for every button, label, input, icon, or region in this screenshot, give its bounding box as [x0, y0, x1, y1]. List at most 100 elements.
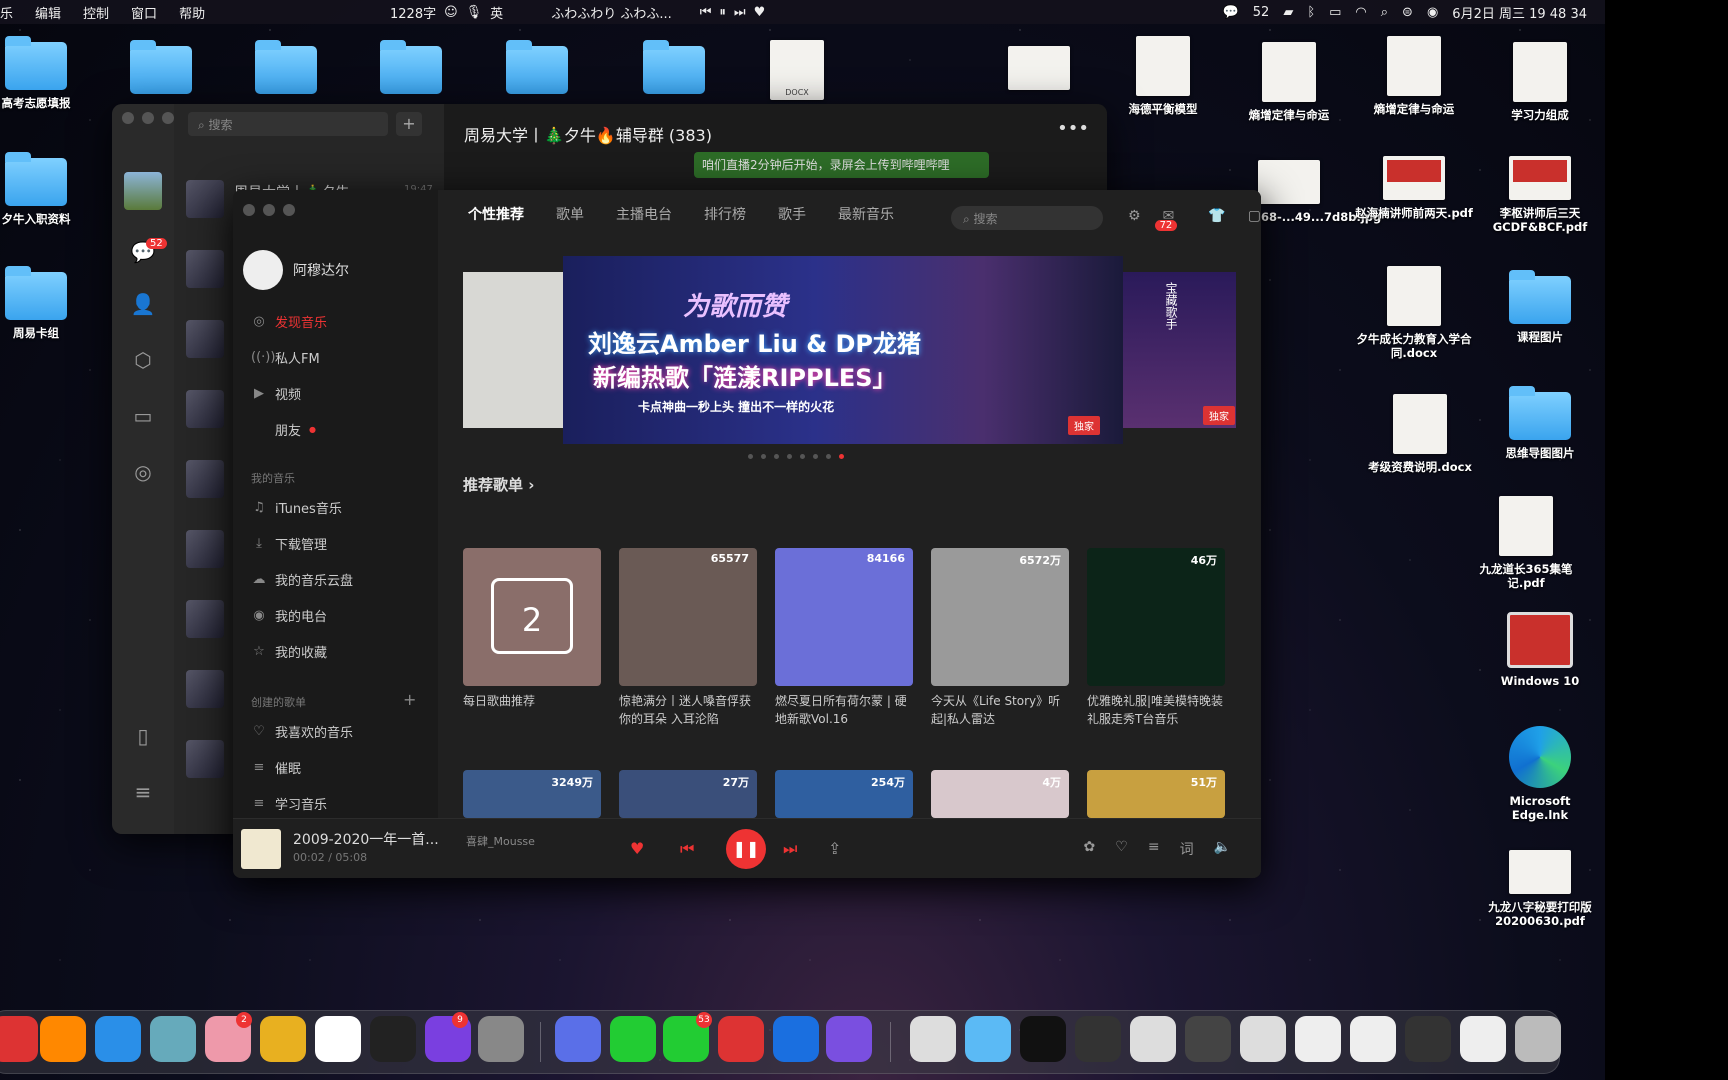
tab-radio[interactable]: 主播电台 [616, 204, 672, 224]
heart-rate-icon[interactable]: ♡ [1115, 839, 1128, 859]
playlist-title[interactable]: 每日歌曲推荐 [463, 692, 601, 710]
tab-recommend[interactable]: 个性推荐 [468, 204, 524, 224]
chat-avatar[interactable] [186, 180, 224, 218]
desktop-file[interactable]: 赵海楠讲师前两天.pdf [1354, 156, 1474, 220]
window-preview-icon[interactable] [1130, 1016, 1176, 1062]
word-count[interactable]: 1228字 [390, 3, 436, 22]
window-preview-icon[interactable] [1295, 1016, 1341, 1062]
mic-icon[interactable]: 🎙 [466, 5, 483, 20]
desktop-folder[interactable]: 思维导图图片 [1480, 386, 1600, 460]
doc-preview-icon[interactable] [910, 1016, 956, 1062]
prev-track-icon[interactable]: ⏮ [700, 5, 712, 20]
desktop-file[interactable]: 夕牛成长力教育入学合同.docx [1354, 266, 1474, 360]
favorites-icon[interactable]: ⬡ [130, 348, 156, 374]
playlist-card[interactable]: 254万 [775, 770, 913, 818]
teams-icon[interactable] [555, 1016, 601, 1062]
playlist-title[interactable]: 优雅晚礼服|唯美模特晚装礼服走秀T台音乐 [1087, 692, 1225, 728]
vivaldi-icon[interactable] [0, 1016, 38, 1062]
close-button[interactable] [122, 112, 134, 124]
trash-icon[interactable] [1515, 1016, 1561, 1062]
sidebar-item-liked[interactable]: ♡ 我喜欢的音乐 [251, 722, 353, 741]
siri-icon[interactable]: ◉ [1427, 5, 1438, 20]
lark-icon[interactable] [773, 1016, 819, 1062]
menu-icon[interactable]: ≡ [130, 780, 156, 806]
window-preview-icon[interactable] [1185, 1016, 1231, 1062]
docx-file-icon[interactable]: DOCX [770, 40, 824, 100]
playlist-cover[interactable]: 65577 [619, 548, 757, 686]
desktop-file[interactable]: 学习力组成 [1480, 42, 1600, 122]
wifi-icon[interactable]: ◠ [1355, 5, 1366, 20]
folder-icon[interactable]: ▰ [1283, 5, 1293, 20]
desktop-file[interactable]: 考级资费说明.docx [1360, 394, 1480, 474]
carousel-dot[interactable] [748, 454, 753, 459]
menu-edit[interactable]: 编辑 [35, 3, 61, 22]
playlist-cover[interactable]: 46万 [1087, 548, 1225, 686]
safari-icon[interactable] [95, 1016, 141, 1062]
user-avatar[interactable] [124, 172, 162, 210]
chat-avatar[interactable] [186, 390, 224, 428]
image-file-icon[interactable] [1008, 46, 1070, 90]
desktop-app[interactable]: Microsoft Edge.lnk [1480, 726, 1600, 822]
sidebar-item-collection[interactable]: ☆ 我的收藏 [251, 642, 327, 661]
sidebar-item-itunes[interactable]: ♫ iTunes音乐 [251, 498, 342, 517]
carousel-dot[interactable] [839, 454, 844, 459]
playlist-cover[interactable]: 254万 [775, 770, 913, 818]
next-track-icon[interactable]: ⏭ [734, 5, 746, 20]
volume-icon[interactable]: 🔈 [1214, 839, 1231, 859]
wechat-search-input[interactable]: ⌕ 搜索 [188, 112, 388, 136]
chat-avatar[interactable] [186, 670, 224, 708]
sidebar-item-podcast[interactable]: ◉ 我的电台 [251, 606, 327, 625]
bluetooth-icon[interactable]: ᛒ [1307, 5, 1315, 20]
menu-help[interactable]: 帮助 [179, 3, 205, 22]
playlist-card[interactable]: 51万 [1087, 770, 1225, 818]
window-preview-icon[interactable] [1075, 1016, 1121, 1062]
sidebar-item-discover[interactable]: ◎ 发现音乐 [251, 312, 327, 331]
carousel-dot[interactable] [787, 454, 792, 459]
playlist-queue-icon[interactable]: ≡ [1148, 839, 1160, 859]
close-button[interactable] [243, 204, 255, 216]
playlist-title[interactable]: 惊艳满分丨迷人嗓音俘获你的耳朵 入耳沦陷 [619, 692, 757, 728]
video-editor-icon[interactable] [826, 1016, 872, 1062]
playlist-cover[interactable]: 84166 [775, 548, 913, 686]
share-icon[interactable]: ⇪ [828, 839, 841, 858]
battery-icon[interactable]: ▭ [1329, 5, 1341, 20]
pause-icon[interactable]: ⏸ [719, 5, 726, 20]
ime-indicator[interactable]: 英 [490, 3, 503, 22]
playlist-card[interactable]: 3249万 [463, 770, 601, 818]
chat-avatar[interactable] [186, 250, 224, 288]
chat-avatar[interactable] [186, 460, 224, 498]
desktop-folder[interactable]: 高考志愿填报 [0, 36, 96, 110]
search-icon[interactable]: ⌕ [1381, 5, 1388, 20]
carousel-dot[interactable] [826, 454, 831, 459]
pause-button[interactable]: ❚❚ [726, 829, 766, 869]
desktop-file[interactable]: 熵增定律与命运 [1354, 36, 1474, 116]
player-icon[interactable] [610, 1016, 656, 1062]
tab-playlists[interactable]: 歌单 [556, 204, 584, 224]
menu-window[interactable]: 窗口 [131, 3, 157, 22]
window-preview-icon[interactable] [1460, 1016, 1506, 1062]
prev-track-button[interactable]: ⏮ [680, 839, 694, 859]
playlist-cover[interactable]: 3249万 [463, 770, 601, 818]
playlist-card[interactable]: 65577 惊艳满分丨迷人嗓音俘获你的耳朵 入耳沦陷 [619, 548, 757, 728]
panda-icon[interactable] [315, 1016, 361, 1062]
sidebar-item-friends[interactable]: 朋友 ● [251, 420, 316, 439]
phone-icon[interactable]: ▯ [130, 724, 156, 750]
playlist-title[interactable]: 今天从《Life Story》听起|私人雷达 [931, 692, 1069, 728]
contacts-icon[interactable]: 👤 [130, 292, 156, 318]
tab-charts[interactable]: 排行榜 [704, 204, 746, 224]
playlist-card[interactable]: 46万优雅晚礼服|唯美模特晚装礼服走秀T台音乐 [1087, 548, 1225, 728]
banner-prev[interactable] [463, 272, 563, 428]
desktop-file[interactable]: 熵增定律与命运 [1229, 42, 1349, 122]
playlist-cover[interactable]: 27万 [619, 770, 757, 818]
files-icon[interactable]: ▭ [130, 404, 156, 430]
chat-avatar[interactable] [186, 600, 224, 638]
desktop-file[interactable]: 九龙八字秘要打印版20200630.pdf [1480, 850, 1600, 928]
track-artist[interactable]: 喜肆_Mousse [466, 833, 535, 849]
minimize-button[interactable] [263, 204, 275, 216]
mini-mode-icon[interactable]: ▢ [1248, 208, 1261, 240]
sidebar-item-fm[interactable]: ((·)) 私人FM [251, 348, 320, 367]
carousel-dot[interactable] [800, 454, 805, 459]
folder-icon[interactable] [965, 1016, 1011, 1062]
sidebar-item-cloud[interactable]: ☁ 我的音乐云盘 [251, 570, 354, 589]
butterfly-icon[interactable] [260, 1016, 306, 1062]
